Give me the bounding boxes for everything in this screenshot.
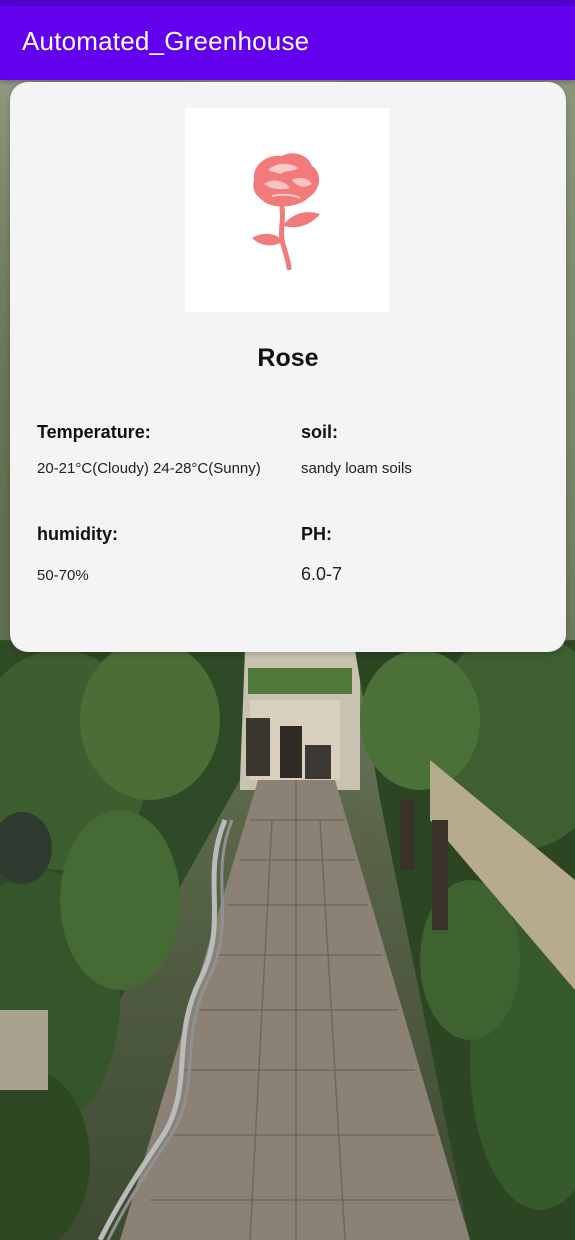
rose-icon — [252, 153, 320, 270]
humidity-label: humidity: — [37, 524, 118, 544]
temperature-value: 20-21°C(Cloudy) 24-28°C(Sunny) — [37, 460, 261, 477]
soil-label: soil: — [301, 422, 339, 442]
ph-label: PH: — [301, 524, 332, 544]
temperature-label: Temperature: — [37, 422, 151, 442]
soil-value: sandy loam soils — [301, 460, 412, 477]
app-title: Automated_Greenhouse — [22, 26, 310, 56]
plant-card: Rose Temperature: 20-21°C(Cloudy) 24-28°… — [10, 82, 566, 652]
plant-image — [185, 108, 389, 312]
humidity-value: 50-70% — [37, 567, 89, 584]
plant-name: Rose — [257, 344, 319, 372]
ph-value: 6.0-7 — [301, 564, 343, 584]
app-bar: Automated_Greenhouse — [0, 6, 575, 80]
